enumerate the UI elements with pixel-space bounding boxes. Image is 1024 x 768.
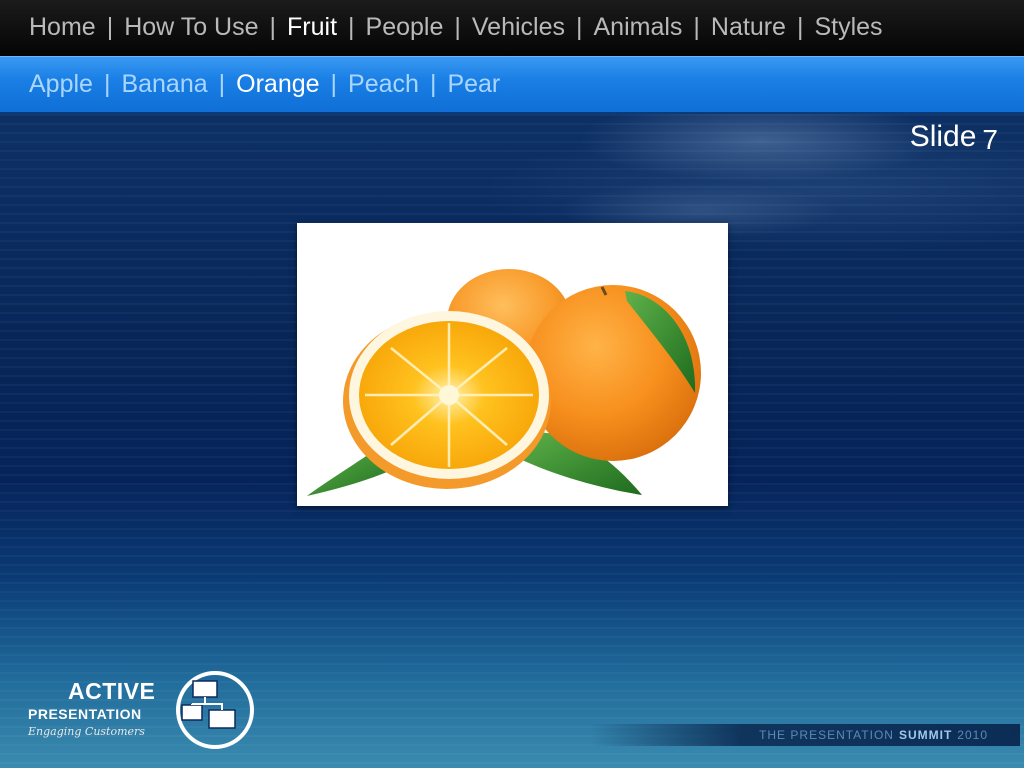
top-nav: Home | How To Use | Fruit | People | Veh… (0, 0, 1024, 56)
nav-separator: | (576, 13, 583, 41)
summit-prefix: THE PRESENTATION (759, 728, 894, 742)
nav-separator: | (106, 13, 114, 41)
summit-bold: SUMMIT (898, 728, 953, 742)
logo-tagline: Engaging Customers (28, 725, 145, 738)
top-nav-item-vehicles[interactable]: Vehicles (472, 13, 565, 42)
top-nav-item-how-to-use[interactable]: How To Use (124, 13, 258, 42)
nav-separator: | (348, 13, 355, 41)
top-nav-item-people[interactable]: People (366, 13, 444, 42)
nav-separator: | (218, 70, 226, 98)
top-nav-item-fruit[interactable]: Fruit (287, 13, 337, 42)
orange-photo (297, 223, 728, 506)
sub-nav: Apple | Banana | Orange | Peach | Pear (0, 56, 1024, 114)
logo-line1: ACTIVE (68, 678, 156, 704)
logo-line2: PRESENTATION (28, 706, 142, 722)
nav-separator: | (330, 70, 338, 98)
top-nav-item-styles[interactable]: Styles (814, 13, 882, 42)
slide-number-value: 7 (982, 124, 998, 155)
slide-label: Slide (909, 120, 977, 153)
org-chart-icon (176, 671, 254, 749)
active-presentation-logo: ACTIVE PRESENTATION Engaging Customers (28, 668, 258, 750)
sub-nav-item-pear[interactable]: Pear (447, 70, 500, 99)
summit-footer: THE PRESENTATION SUMMIT 2010 (590, 724, 1020, 746)
nav-separator: | (693, 13, 700, 41)
sub-nav-item-banana[interactable]: Banana (121, 70, 207, 99)
top-nav-item-home[interactable]: Home (29, 13, 96, 42)
sub-nav-item-orange[interactable]: Orange (236, 70, 319, 99)
orange-photo-icon (307, 269, 701, 496)
slide-canvas: Home | How To Use | Fruit | People | Veh… (0, 0, 1024, 768)
nav-separator: | (269, 13, 277, 41)
nav-separator: | (103, 70, 111, 98)
nav-separator: | (796, 13, 804, 41)
top-nav-item-nature[interactable]: Nature (711, 13, 786, 42)
nav-separator: | (429, 70, 437, 98)
sub-nav-item-apple[interactable]: Apple (29, 70, 93, 99)
sub-nav-item-peach[interactable]: Peach (348, 70, 419, 99)
slide-number: Slide 7 (909, 120, 998, 155)
nav-separator: | (454, 13, 461, 41)
top-nav-item-animals[interactable]: Animals (594, 13, 683, 42)
summit-year: 2010 (957, 728, 988, 742)
